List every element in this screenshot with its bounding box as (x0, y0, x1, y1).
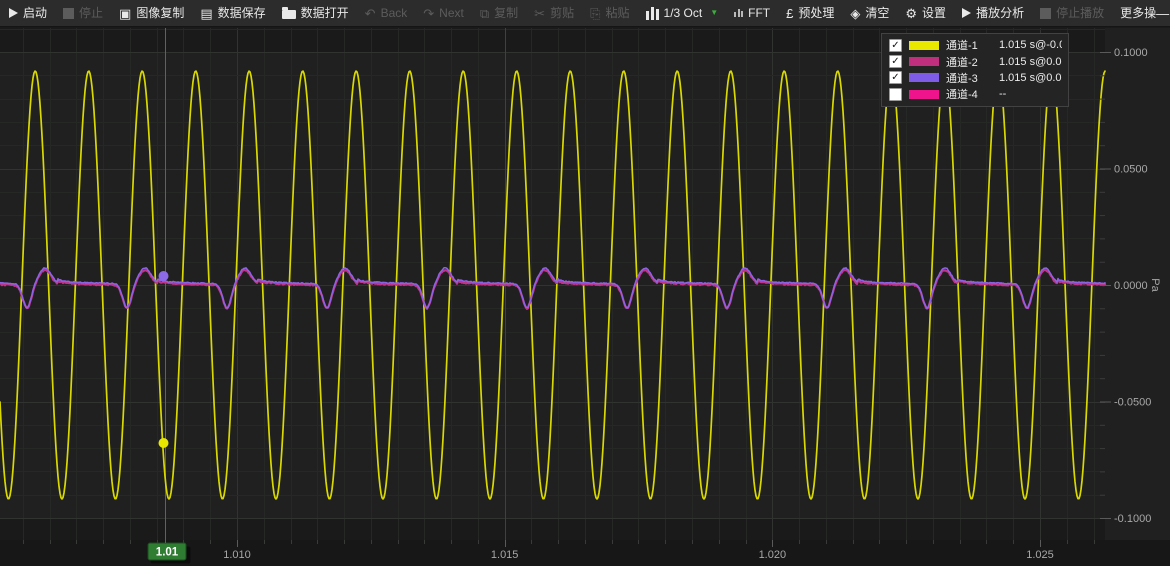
redo-arrow-icon: ↷ (423, 7, 434, 20)
channel-color-swatch-ch2 (909, 57, 939, 66)
toolbar-label-clear: 清空 (865, 7, 889, 19)
toolbar-button-data-open[interactable]: 数据打开 (282, 7, 349, 19)
scissors-icon: ✂ (534, 7, 545, 20)
save-icon: ▤ (200, 7, 212, 20)
toolbar-label-preprocess: 预处理 (798, 7, 834, 19)
y-axis-unit-label: Pa (1149, 278, 1161, 292)
play-icon (9, 8, 18, 18)
toolbar-button-cut: ✂ 剪贴 (534, 7, 574, 20)
toolbar-button-data-save[interactable]: ▤ 数据保存 (200, 7, 265, 20)
toolbar-label-play-analysis: 播放分析 (976, 7, 1024, 19)
toolbar-label-data-save: 数据保存 (218, 7, 266, 19)
y-tick-label: 0.0000 (1114, 280, 1148, 292)
channel-checkbox-ch4[interactable] (889, 88, 902, 101)
window-controls: —□✕ (1156, 7, 1170, 20)
legend-row-ch2: ✓ 通道-2 1.015 s@0.002 Pa (889, 53, 1062, 69)
preprocess-icon: £ (786, 7, 793, 20)
cursor-marker-ch3[interactable] (159, 271, 169, 281)
toolbar-button-stop: 停止 (63, 7, 103, 19)
toolbar-button-back: ↶ Back (365, 7, 408, 20)
toolbar-button-oct-band[interactable]: 1/3 Oct ▼ (646, 7, 719, 20)
toolbar-label-more: 更多操 (1120, 7, 1156, 19)
bar-levels-icon (646, 7, 659, 20)
toolbar-label-fft: FFT (748, 7, 770, 19)
image-copy-icon: ▣ (119, 7, 131, 20)
legend-row-ch1: ✓ 通道-1 1.015 s@-0.024 P (889, 37, 1062, 53)
channel-label-ch2: 通道-2 (946, 54, 992, 70)
cursor-badge-label: 1.01 (156, 547, 179, 559)
channel-label-ch1: 通道-1 (946, 37, 992, 53)
toolbar-button-start[interactable]: 启动 (9, 7, 47, 19)
stop-icon (63, 8, 74, 19)
channel-checkbox-ch3[interactable]: ✓ (889, 71, 902, 84)
channel-checkbox-ch2[interactable]: ✓ (889, 55, 902, 68)
toolbar-label-stop-playback: 停止播放 (1056, 7, 1104, 19)
toolbar-label-start: 启动 (23, 7, 47, 19)
toolbar-label-paste: 粘贴 (606, 7, 630, 19)
x-tick-label: 1.020 (759, 549, 787, 561)
toolbar-button-preprocess[interactable]: £ 预处理 (786, 7, 834, 20)
y-tick-label: 0.0500 (1114, 164, 1148, 176)
legend-row-ch3: ✓ 通道-3 1.015 s@0.002 Pa (889, 70, 1062, 86)
toolbar-button-paste: ⎘ 粘贴 (590, 7, 629, 20)
toolbar-label-image-copy: 图像复制 (136, 7, 184, 19)
toolbar-button-play-analysis[interactable]: 播放分析 (962, 7, 1024, 19)
x-tick-label: 1.010 (223, 549, 251, 561)
eraser-icon: ◈ (850, 7, 860, 20)
toolbar-label-copy: 复制 (494, 7, 518, 19)
toolbar-button-stop-playback: 停止播放 (1040, 7, 1104, 19)
x-tick-label: 1.025 (1026, 549, 1054, 561)
paste-icon: ⎘ (590, 7, 600, 20)
gear-icon: ⚙ (905, 7, 917, 20)
waveform-chart[interactable]: 0.1000 0.0500 0.0000 -0.0500 -0.1000 Pa 1.010 1… (0, 27, 1170, 566)
copy-icon: ⧉ (480, 7, 489, 20)
channel-checkbox-ch1[interactable]: ✓ (889, 39, 902, 52)
toolbar-label-data-open: 数据打开 (301, 7, 349, 19)
minimize-button[interactable]: — (1156, 7, 1169, 20)
x-tick-label: 1.015 (491, 549, 519, 561)
y-tick-label: -0.1000 (1114, 513, 1151, 525)
toolbar-button-settings[interactable]: ⚙ 设置 (905, 7, 946, 20)
toolbar-button-next: ↷ Next (423, 7, 464, 20)
channel-legend: ✓ 通道-1 1.015 s@-0.024 P ✓ 通道-2 1.015 s@0.002 … (881, 33, 1069, 107)
toolbar-label-stop: 停止 (79, 7, 103, 19)
folder-open-icon (282, 10, 296, 19)
channel-cursor-value-ch3: 1.015 s@0.002 Pa (999, 72, 1062, 84)
app-window: 启动 停止 ▣ 图像复制 ▤ 数据保存 数据打开 ↶ Back ↷ Next ⧉ 复制 ✂ 剪贴 ⎘ 粘贴 1/3… (0, 0, 1170, 566)
channel-label-ch4: 通道-4 (946, 86, 992, 102)
undo-arrow-icon: ↶ (365, 7, 376, 20)
channel-color-swatch-ch1 (909, 41, 939, 50)
toolbar: 启动 停止 ▣ 图像复制 ▤ 数据保存 数据打开 ↶ Back ↷ Next ⧉ 复制 ✂ 剪贴 ⎘ 粘贴 1/3… (0, 0, 1170, 27)
channel-cursor-value-ch4: -- (999, 88, 1062, 100)
toolbar-button-image-copy[interactable]: ▣ 图像复制 (119, 7, 184, 20)
channel-cursor-value-ch2: 1.015 s@0.002 Pa (999, 56, 1062, 68)
toolbar-label-next: Next (439, 7, 464, 19)
cursor-badge[interactable]: 1.01 (148, 540, 191, 564)
toolbar-button-copy: ⧉ 复制 (480, 7, 518, 20)
channel-cursor-value-ch1: 1.015 s@-0.024 P (999, 39, 1062, 51)
channel-color-swatch-ch3 (909, 73, 939, 82)
toolbar-label-oct-band: 1/3 Oct (664, 7, 703, 19)
toolbar-button-fft[interactable]: FFT (734, 7, 770, 19)
legend-row-ch4: 通道-4 -- (889, 86, 1062, 102)
toolbar-button-more[interactable]: 更多操 (1120, 7, 1156, 19)
y-tick-label: -0.0500 (1114, 397, 1151, 409)
toolbar-label-cut: 剪贴 (550, 7, 574, 19)
spectrum-icon (734, 9, 743, 17)
play-icon (962, 8, 971, 18)
toolbar-label-settings: 设置 (922, 7, 946, 19)
stop-icon (1040, 8, 1051, 19)
toolbar-button-clear[interactable]: ◈ 清空 (850, 7, 889, 20)
chevron-down-icon[interactable]: ▼ (710, 9, 718, 17)
toolbar-items: 启动 停止 ▣ 图像复制 ▤ 数据保存 数据打开 ↶ Back ↷ Next ⧉ 复制 ✂ 剪贴 ⎘ 粘贴 1/3… (0, 7, 1156, 20)
channel-color-swatch-ch4 (909, 90, 939, 99)
y-tick-label: 0.1000 (1114, 47, 1148, 59)
cursor-marker-ch1[interactable] (159, 438, 169, 448)
channel-label-ch3: 通道-3 (946, 70, 992, 86)
toolbar-label-back: Back (381, 7, 408, 19)
